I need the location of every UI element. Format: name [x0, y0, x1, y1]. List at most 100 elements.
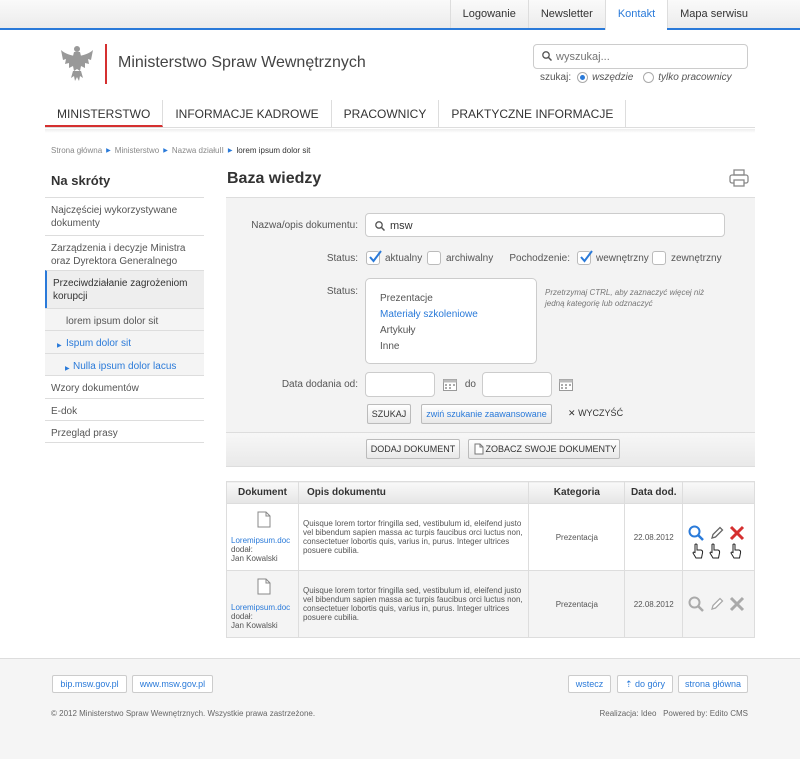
doc-search-input[interactable] [390, 217, 710, 234]
date-from-input[interactable] [365, 372, 435, 397]
checkbox-zewnetrzny[interactable] [652, 251, 666, 265]
breadcrumb-separator-icon: ▶ [227, 148, 233, 154]
sidebar-item-anticorruption[interactable]: Przeciwdziałanie zagrożeniom korupcji [45, 270, 204, 308]
hand-pointer-icon [692, 543, 704, 559]
file-icon[interactable] [257, 578, 271, 595]
collapse-search-button[interactable]: zwiń szukanie zaawansowane [421, 404, 552, 424]
document-description: Quisque lorem tortor fringilla sed, vest… [297, 570, 530, 638]
footer-link-bip[interactable]: bip.msw.gov.pl [52, 675, 127, 693]
top-link-contact[interactable]: Kontakt [604, 0, 668, 30]
column-header-description[interactable]: Opis dokumentu [297, 481, 530, 504]
category-option-artykuly[interactable]: Artykuły [380, 323, 522, 339]
document-filename[interactable]: Loremipsum.doc [231, 536, 294, 545]
sidebar-item-decisions[interactable]: Zarządzenia i decyzje Ministra oraz Dyre… [45, 235, 204, 270]
breadcrumb-home[interactable]: Strona główna [51, 146, 102, 155]
sidebar-subitem-ispum[interactable]: ▶ Ispum dolor sit [45, 330, 204, 353]
category-listbox[interactable]: Prezentacje Materiały szkoleniowe Artyku… [365, 278, 537, 364]
breadcrumb-current: lorem ipsum dolor sit [236, 146, 311, 155]
footer-link-msw[interactable]: www.msw.gov.pl [132, 675, 213, 693]
top-link-newsletter[interactable]: Newsletter [527, 0, 605, 28]
scope-option-employees[interactable]: tylko pracownicy [643, 72, 732, 83]
delete-x-icon[interactable] [729, 525, 745, 541]
column-header-actions [682, 481, 755, 504]
footer-home-button[interactable]: strona główna [678, 675, 748, 693]
magnifier-view-icon[interactable] [688, 596, 705, 612]
sidebar-item-press[interactable]: Przegląd prasy [45, 420, 204, 443]
date-from-label: Data dodania od: [281, 379, 358, 390]
file-icon[interactable] [257, 511, 271, 528]
search-icon[interactable] [542, 51, 552, 61]
category-option-materialy[interactable]: Materiały szkoleniowe [380, 307, 522, 323]
checkbox-aktualny[interactable] [366, 250, 382, 265]
arrow-up-icon: ⇡ [624, 679, 633, 689]
document-author: Jan Kowalski [231, 621, 278, 630]
document-category: Prezentacja [528, 570, 626, 638]
document-icon [474, 443, 484, 455]
nav-item-ministerstwo[interactable]: MINISTERSTWO [45, 100, 164, 127]
category-hint: Przetrzymaj CTRL, aby zaznaczyć więcej n… [545, 288, 705, 308]
document-date: 22.08.2012 [624, 570, 684, 638]
scope-radio-employees[interactable] [643, 72, 655, 83]
document-cell: Loremipsum.doc dodał: Jan Kowalski [226, 570, 299, 638]
status-label: Status: [326, 253, 358, 264]
column-header-category[interactable]: Kategoria [528, 481, 626, 504]
scope-option-everywhere[interactable]: wszędzie [577, 72, 633, 83]
actions-cell [682, 570, 755, 638]
calendar-icon[interactable] [559, 378, 573, 391]
sidebar-item-common-docs[interactable]: Najczęściej wykorzystywane dokumenty [45, 197, 204, 235]
document-category: Prezentacja [528, 503, 626, 571]
document-added-label: dodał: [231, 545, 253, 554]
scope-radio-everywhere[interactable] [577, 72, 589, 83]
search-scope-label: szukaj: [540, 72, 572, 83]
date-to-label: do [464, 379, 476, 390]
arrow-right-icon: ▶ [57, 343, 62, 349]
search-input[interactable] [556, 48, 741, 66]
my-documents-button[interactable]: ZOBACZ SWOJE DOKUMENTY [468, 439, 620, 459]
column-header-date[interactable]: Data dod. [624, 481, 684, 504]
header-divider [105, 44, 107, 84]
site-title[interactable]: Ministerstwo Spraw Wewnętrznych [118, 54, 366, 72]
credit-powered[interactable]: Powered by: Edito CMS [663, 709, 748, 718]
sidebar-item-templates[interactable]: Wzory dokumentów [45, 375, 204, 398]
table-row: Loremipsum.doc dodał: Jan Kowalski Quisq… [226, 503, 755, 571]
origin-label: Pochodzenie: [509, 253, 570, 264]
pencil-edit-icon[interactable] [710, 526, 724, 540]
checkmark-icon [369, 250, 382, 263]
top-link-login[interactable]: Logowanie [449, 0, 528, 28]
actions-cell [682, 503, 755, 571]
top-link-sitemap[interactable]: Mapa serwisu [667, 0, 760, 28]
nav-item-pracownicy[interactable]: PRACOWNICY [332, 100, 440, 127]
sidebar-subitem-nulla[interactable]: ▶ Nulla ipsum dolor lacus [45, 353, 204, 375]
breadcrumb-section[interactable]: Nazwa działuII [172, 146, 224, 155]
magnifier-view-icon[interactable] [688, 525, 705, 541]
footer-back-button[interactable]: wstecz [568, 675, 611, 693]
calendar-icon[interactable] [443, 378, 457, 391]
search-icon [375, 221, 385, 231]
checkbox-wewnetrzny[interactable] [577, 250, 593, 265]
pencil-edit-icon[interactable] [710, 597, 724, 611]
category-option-inne[interactable]: Inne [380, 339, 522, 355]
breadcrumb: Strona główna ▶ Ministerstwo ▶ Nazwa dzi… [51, 146, 310, 155]
add-document-button[interactable]: DODAJ DOKUMENT [366, 439, 460, 459]
clear-button[interactable]: ✕ WYCZYŚĆ [568, 408, 623, 419]
search-scope: szukaj: wszędzie tylko pracownicy [540, 72, 742, 83]
eagle-emblem-icon[interactable] [60, 44, 94, 84]
copyright: © 2012 Ministerstwo Spraw Wewnętrznych. … [51, 709, 316, 718]
breadcrumb-ministerstwo[interactable]: Ministerstwo [115, 146, 159, 155]
print-icon[interactable] [729, 169, 749, 187]
delete-x-icon[interactable] [729, 596, 745, 612]
sidebar-title: Na skróty [51, 173, 111, 188]
category-option-prezentacje[interactable]: Prezentacje [380, 291, 522, 307]
search-button[interactable]: SZUKAJ [367, 404, 411, 424]
sidebar-subitem-lorem[interactable]: lorem ipsum dolor sit [45, 308, 204, 330]
checkbox-archiwalny[interactable] [427, 251, 441, 265]
date-to-input[interactable] [482, 372, 552, 397]
sidebar-item-edok[interactable]: E-dok [45, 398, 204, 420]
credit-realization[interactable]: Realizacja: Ideo [599, 709, 656, 718]
footer-top-button[interactable]: ⇡ do góry [617, 675, 673, 693]
document-filename[interactable]: Loremipsum.doc [231, 603, 294, 612]
nav-item-praktyczne-informacje[interactable]: PRAKTYCZNE INFORMACJE [439, 100, 627, 127]
column-header-document[interactable]: Dokument [226, 481, 299, 504]
breadcrumb-separator-icon: ▶ [106, 148, 111, 154]
nav-item-informacje-kadrowe[interactable]: INFORMACJE KADROWE [163, 100, 332, 127]
